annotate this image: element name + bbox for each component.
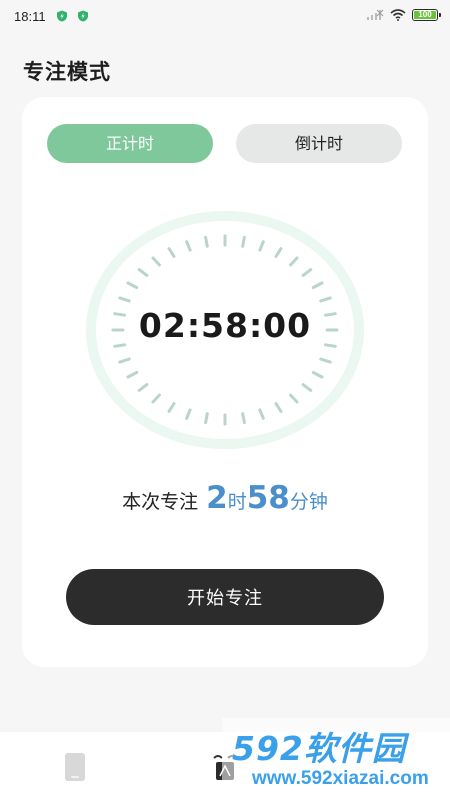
dial-tick	[185, 240, 192, 252]
tab-count-up[interactable]: 正计时	[47, 124, 213, 163]
phone-icon	[65, 753, 85, 781]
dial-tick	[258, 240, 265, 252]
status-time: 18:11	[14, 9, 46, 24]
dial-tick	[319, 296, 332, 303]
start-focus-button[interactable]: 开始专注	[66, 569, 384, 625]
dial-tick	[241, 412, 246, 425]
page-title: 专注模式	[23, 60, 111, 84]
dial-tick	[289, 256, 299, 267]
dial-tick	[301, 268, 313, 277]
tab-count-down[interactable]: 倒计时	[236, 124, 402, 163]
timer-display: 02:58:00	[138, 306, 312, 345]
dial-tick	[185, 408, 192, 420]
dial-tick	[167, 402, 176, 413]
focus-minutes: 58	[246, 480, 290, 516]
dial-tick	[151, 256, 161, 267]
dial-tick	[241, 235, 246, 248]
focus-hours-unit: 时	[227, 491, 247, 513]
shield-app-icon	[78, 10, 88, 22]
status-icons: 100	[366, 9, 441, 21]
focus-hours: 2	[206, 480, 228, 516]
dial-tick	[126, 371, 139, 379]
dial-tick	[118, 357, 131, 364]
dial-tick	[319, 357, 332, 364]
focus-summary: 本次专注 2时58分钟	[22, 480, 428, 516]
dial-tick	[204, 412, 209, 425]
dial-tick	[311, 371, 324, 379]
dial-tick	[137, 383, 149, 392]
dial-tick	[324, 343, 337, 348]
dial-tick	[289, 393, 299, 404]
battery-level: 100	[414, 11, 436, 19]
nav-item-phone[interactable]	[62, 752, 88, 782]
timer-card: 正计时 倒计时 02:58:00 本次专注 2时58分钟 开始专注	[22, 97, 428, 667]
dial-tick	[118, 296, 131, 303]
shield-app-icon	[57, 10, 67, 22]
dial-tick	[151, 393, 161, 404]
dial-tick	[137, 268, 149, 277]
watermark-url: www.592xiazai.com	[252, 768, 429, 789]
dial-tick	[113, 343, 126, 348]
wifi-icon	[390, 9, 406, 21]
dial-tick	[311, 281, 324, 289]
focus-summary-label: 本次专注	[122, 491, 199, 513]
focus-minutes-unit: 分钟	[289, 491, 328, 513]
dial-tick	[167, 247, 176, 258]
battery-icon: 100	[412, 9, 441, 21]
dial-tick	[258, 408, 265, 420]
site-watermark: 592软件园 www.592xiazai.com	[222, 718, 450, 800]
dial-tick	[301, 383, 313, 392]
dial-tick	[274, 402, 283, 413]
watermark-logo: 592软件园	[232, 729, 406, 768]
dial-tick	[274, 247, 283, 258]
signal-icon	[367, 9, 384, 20]
dial-tick	[126, 281, 139, 289]
dial-tick	[204, 235, 209, 248]
status-bar: 18:11 100	[0, 0, 450, 34]
